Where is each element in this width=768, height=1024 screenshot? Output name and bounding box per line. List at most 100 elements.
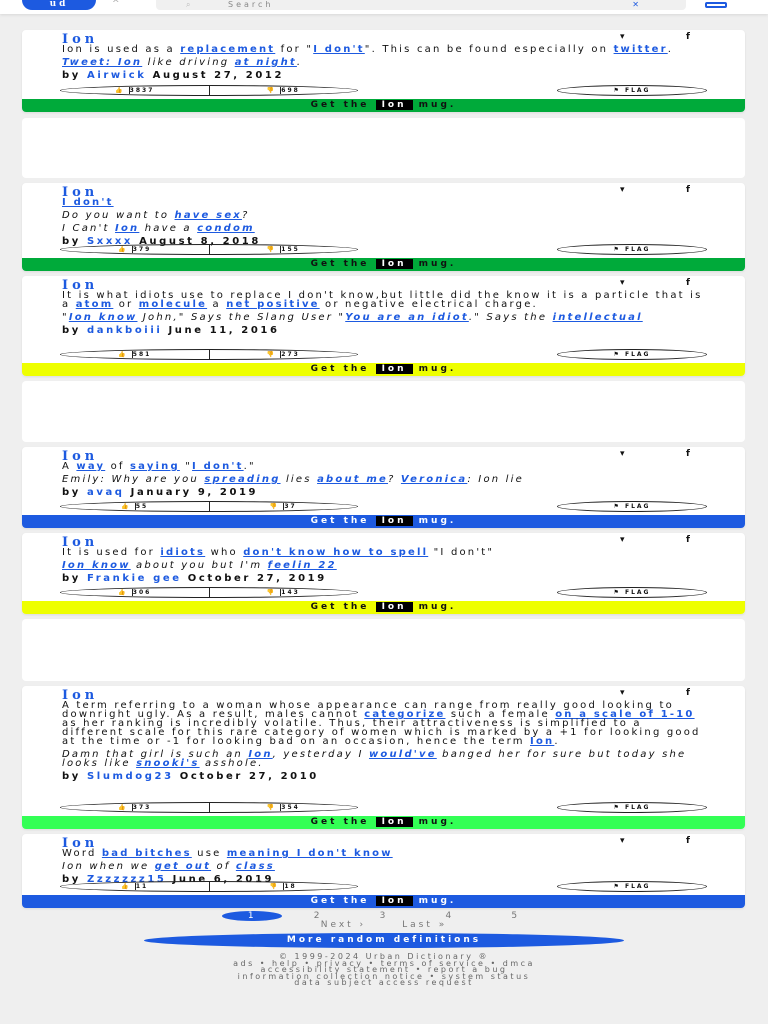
downvote-button[interactable]: 👎 273 [210,350,358,359]
term-link[interactable]: Ion know [62,560,131,571]
twitter-icon[interactable]: ▾ [620,32,625,42]
author-link[interactable]: Airwick [87,70,147,81]
flag-button[interactable]: ⚑ FLAG [557,501,707,512]
ud-logo[interactable]: ud [22,0,96,10]
flag-button[interactable]: ⚑ FLAG [557,802,707,813]
clear-icon[interactable]: ✕ [632,0,642,9]
footer-links[interactable]: data subject access request [0,979,768,987]
term-link[interactable]: have sex [175,210,242,221]
text: " [62,312,69,323]
twitter-icon[interactable]: ▾ [620,688,625,698]
upvote-button[interactable]: 👍 55 [61,502,210,511]
upvote-button[interactable]: 👍 581 [61,350,210,359]
twitter-icon[interactable]: ▾ [620,836,625,846]
author-link[interactable]: avaq [87,487,125,498]
facebook-icon[interactable]: f [686,836,690,846]
author-link[interactable]: dankboiii [87,325,162,336]
term-link[interactable]: saying [130,461,180,472]
term-link[interactable]: molecule [139,299,207,310]
flag-button[interactable]: ⚑ FLAG [557,349,707,360]
mug-banner[interactable]: Get the Ion mug. [22,99,745,112]
author-link[interactable]: Slumdog23 [87,771,174,782]
term-link[interactable]: I don't [192,461,244,472]
upvote-button[interactable]: 👍 373 [61,803,210,812]
term-link[interactable]: would've [369,749,437,760]
term-link[interactable]: replacement [180,44,275,55]
term-link[interactable]: Ion [530,736,554,747]
word-title[interactable]: Ion [62,836,98,851]
facebook-icon[interactable]: f [686,278,690,288]
term-link[interactable]: class [236,861,275,872]
facebook-icon[interactable]: f [686,32,690,42]
more-random-definitions-button[interactable]: More random definitions [144,933,624,948]
term-link[interactable]: about me [317,474,388,485]
term-link[interactable]: Ion know [69,312,138,323]
term-link[interactable]: spreading [204,474,280,485]
mug-banner[interactable]: Get the Ion mug. [22,895,745,908]
term-link[interactable]: Ion [115,223,139,234]
term-link[interactable]: net positive [226,299,319,310]
menu-icon[interactable] [705,2,727,8]
word-title[interactable]: Ion [62,185,98,200]
author-link[interactable]: Frankie gee [87,573,182,584]
flag-button[interactable]: ⚑ FLAG [557,587,707,598]
next-link[interactable]: Next › [321,920,366,930]
word-title[interactable]: Ion [62,535,98,550]
facebook-icon[interactable]: f [686,688,690,698]
example: Ion when we get out of class [62,861,705,872]
twitter-icon[interactable]: ▾ [620,535,625,545]
term-link[interactable]: I don't [313,44,365,55]
twitter-icon[interactable]: ▾ [620,278,625,288]
flag-button[interactable]: ⚑ FLAG [557,85,707,96]
term-link[interactable]: Veronica [401,474,467,485]
term-link[interactable]: bad bitches [102,848,192,859]
term-link[interactable]: feelin 22 [268,560,337,571]
text: asshole. [199,758,264,769]
thumbs-up-icon: 👍 [118,589,133,596]
search-input[interactable]: ⌕ Search ✕ [156,0,686,10]
term-link[interactable]: You are an idiot [345,312,469,323]
facebook-icon[interactable]: f [686,185,690,195]
flag-button[interactable]: ⚑ FLAG [557,881,707,892]
downvote-button[interactable]: 👎 143 [210,588,358,597]
term-link[interactable]: atom [76,299,114,310]
twitter-icon[interactable]: ▾ [620,449,625,459]
mug-suffix: mug. [418,516,457,526]
term-link[interactable]: meaning I don't know [227,848,393,859]
upvote-button[interactable]: 👍 3837 [61,86,210,95]
term-link[interactable]: condom [197,223,255,234]
mug-banner[interactable]: Get the Ion mug. [22,363,745,376]
word-title[interactable]: Ion [62,449,98,464]
term-link[interactable]: intellectual [553,312,643,323]
term-link[interactable]: idiots [160,547,205,558]
upvote-button[interactable]: 👍 11 [61,882,210,891]
term-link[interactable]: twitter [614,44,668,55]
mug-banner[interactable]: Get the Ion mug. [22,515,745,528]
mug-banner[interactable]: Get the Ion mug. [22,258,745,271]
twitter-icon[interactable]: ▾ [620,185,625,195]
ad-slot [22,619,745,681]
chevron-up-icon[interactable]: ^ [112,0,120,9]
word-title[interactable]: Ion [62,688,98,703]
example: Damn that girl is such an Ion, yesterday… [62,749,705,769]
word-title[interactable]: Ion [62,278,98,293]
flag-button[interactable]: ⚑ FLAG [557,244,707,255]
downvote-button[interactable]: 👎 18 [210,882,358,891]
term-link[interactable]: get out [155,861,211,872]
term-link[interactable]: snooki's [136,758,200,769]
term-link[interactable]: don't know how to spell [243,547,428,558]
downvote-button[interactable]: 👎 354 [210,803,358,812]
downvote-button[interactable]: 👎 155 [210,245,358,254]
term-link[interactable]: Tweet: Ion [62,57,142,68]
facebook-icon[interactable]: f [686,535,690,545]
last-link[interactable]: Last » [402,920,447,930]
downvote-button[interactable]: 👎 37 [210,502,358,511]
upvote-button[interactable]: 👍 306 [61,588,210,597]
mug-banner[interactable]: Get the Ion mug. [22,816,745,829]
word-title[interactable]: Ion [62,32,98,47]
upvote-button[interactable]: 👍 379 [61,245,210,254]
facebook-icon[interactable]: f [686,449,690,459]
mug-banner[interactable]: Get the Ion mug. [22,601,745,614]
term-link[interactable]: at night [235,57,297,68]
downvote-button[interactable]: 👎 698 [210,86,358,95]
